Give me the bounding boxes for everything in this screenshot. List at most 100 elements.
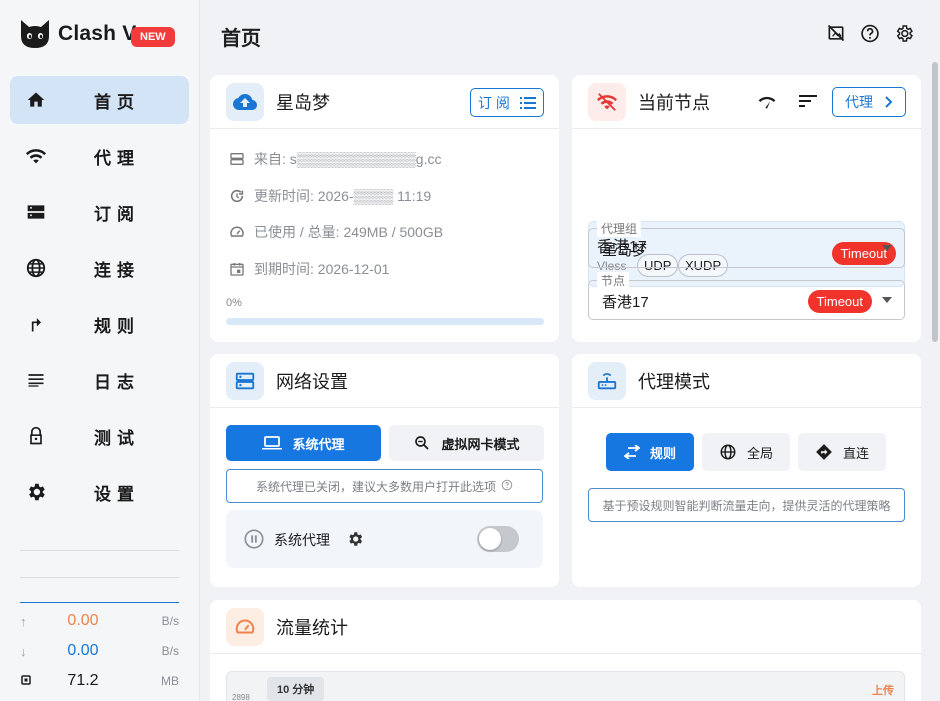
updated-text: 更新时间: 2026-▒▒▒▒ 11:19 [254, 188, 432, 204]
system-proxy-mode-button[interactable]: 系统代理 [226, 425, 381, 461]
axis-label: 2898 [232, 693, 250, 701]
note-text: 基于预设规则智能判断流量走向，提供灵活的代理策略 [602, 498, 891, 513]
calendar-icon [228, 260, 246, 278]
sidebar-item-label: 代理 [94, 148, 140, 168]
memory-icon [20, 674, 36, 689]
sidebar-item-rules[interactable]: 规则 [10, 300, 189, 348]
help-icon[interactable] [501, 479, 513, 494]
sidebar-item-label: 连接 [94, 260, 140, 280]
tun-mode-button[interactable]: 虚拟网卡模式 [389, 425, 544, 461]
proxy-button-label: 代理 [845, 94, 873, 110]
gear-icon[interactable] [346, 530, 364, 553]
dns-icon [226, 361, 264, 400]
network-settings-card: 网络设置 系统代理 虚拟网卡模式 系统代理已关闭，建议大多数用户打开此选项 系统… [210, 354, 559, 587]
upload-value: 0.00 [67, 612, 99, 629]
button-label: 直连 [842, 445, 869, 461]
card-header: 流量统计 [210, 600, 921, 654]
subscription-expire: 到期时间: 2026-12-01 [228, 259, 389, 279]
server-icon [228, 150, 246, 168]
card-header: 网络设置 [210, 354, 559, 408]
proxy-mode-note: 基于预设规则智能判断流量走向，提供灵活的代理策略 [588, 488, 905, 522]
memory-value: 71.2 [67, 672, 99, 689]
current-node-card: 当前节点 代理 香港17 Vless UDP XUDP Timeout 代理组 … [572, 75, 921, 342]
usage-text: 已使用 / 总量: 249MB / 500GB [254, 224, 444, 240]
time-range-selector[interactable]: 10 分钟 [267, 677, 325, 701]
router-icon [588, 361, 626, 400]
download-value: 0.00 [67, 642, 99, 659]
card-title: 代理模式 [638, 371, 710, 392]
upload-legend: 上传 [872, 685, 894, 697]
sort-icon[interactable] [799, 93, 817, 114]
app-logo: Clash V [18, 18, 136, 50]
arrow-down-icon: ↓ [20, 643, 27, 659]
rule-mode-button[interactable]: 规则 [606, 433, 694, 471]
wifi-icon [24, 144, 48, 168]
sidebar-item-label: 测试 [94, 428, 140, 448]
dropdown-arrow-icon [882, 297, 892, 303]
usage-progress-bar [226, 318, 544, 325]
usage-percent: 0% [226, 297, 242, 309]
app-name: Clash V [58, 22, 137, 45]
note-text: 系统代理已关闭，建议大多数用户打开此选项 [255, 479, 496, 494]
card-header: 代理模式 [572, 354, 921, 408]
sidebar-item-proxy[interactable]: 代理 [10, 132, 189, 180]
direction-icon [815, 443, 833, 461]
from-text: 来自: s▒▒▒▒▒▒▒▒▒▒▒▒g.cc [254, 151, 442, 167]
node-select[interactable]: 节点 香港17 Timeout [588, 272, 905, 320]
sidebar-item-settings[interactable]: 设置 [10, 468, 189, 516]
card-header: 当前节点 代理 [572, 75, 921, 129]
direct-mode-button[interactable]: 直连 [798, 433, 886, 471]
memory-usage: 71.2 MB [20, 670, 179, 692]
laptop-icon [262, 435, 283, 451]
download-unit: B/s [161, 644, 179, 658]
sidebar-item-connections[interactable]: 连接 [10, 244, 189, 292]
button-label: 全局 [746, 445, 773, 461]
dropdown-arrow-icon [882, 245, 892, 251]
select-label: 代理组 [597, 220, 642, 237]
card-title: 流量统计 [276, 617, 348, 638]
header-actions [826, 22, 914, 44]
global-mode-button[interactable]: 全局 [702, 433, 790, 471]
scrollbar[interactable] [932, 62, 938, 342]
globe-icon [24, 256, 48, 280]
subscription-usage: 已使用 / 总量: 249MB / 500GB [228, 222, 443, 242]
network-note: 系统代理已关闭，建议大多数用户打开此选项 [226, 469, 543, 503]
card-header: 星岛梦 订 阅 [210, 75, 559, 129]
sidebar-item-label: 设置 [94, 484, 140, 504]
help-icon[interactable] [860, 22, 880, 44]
subscription-button[interactable]: 订 阅 [470, 88, 544, 117]
proxy-nav-button[interactable]: 代理 [832, 87, 906, 117]
card-title: 当前节点 [638, 92, 710, 113]
lock-icon [24, 424, 48, 448]
wifi-off-icon [588, 82, 626, 121]
subscription-card: 星岛梦 订 阅 来自: s▒▒▒▒▒▒▒▒▒▒▒▒g.cc 更新时间: 2026… [210, 75, 559, 342]
proxy-mode-card: 代理模式 规则 全局 直连 基于预设规则智能判断流量走向，提供灵活的代理策略 [572, 354, 921, 587]
network-search-icon [413, 434, 431, 452]
refresh-icon [228, 187, 246, 205]
sidebar-item-label: 日志 [94, 372, 140, 392]
subscription-from: 来自: s▒▒▒▒▒▒▒▒▒▒▒▒g.cc [228, 149, 441, 169]
system-proxy-row: 系统代理 [226, 510, 543, 568]
sidebar-nav: 首页 代理 订阅 连接 规则 日志 测试 设置 [10, 76, 189, 524]
proxy-group-select[interactable]: 代理组 星岛梦 [588, 220, 905, 268]
route-icon [24, 312, 48, 336]
button-label: 虚拟网卡模式 [441, 436, 520, 452]
sidebar-item-subscription[interactable]: 订阅 [10, 188, 189, 236]
sidebar-item-label: 规则 [94, 316, 140, 336]
gear-icon[interactable] [894, 22, 914, 44]
traffic-divider [20, 602, 179, 603]
sidebar-item-logs[interactable]: 日志 [10, 356, 189, 404]
network-check-icon[interactable] [756, 92, 778, 117]
card-title: 网络设置 [276, 371, 348, 392]
sidebar-divider [20, 550, 179, 551]
system-proxy-toggle[interactable] [477, 526, 519, 552]
speedometer-icon [226, 607, 264, 646]
subscription-updated: 更新时间: 2026-▒▒▒▒ 11:19 [228, 186, 431, 206]
no-picture-icon[interactable] [826, 22, 846, 44]
arrow-up-icon: ↑ [20, 613, 27, 629]
sidebar-item-test[interactable]: 测试 [10, 412, 189, 460]
button-label: 系统代理 [292, 436, 345, 452]
sidebar-item-home[interactable]: 首页 [10, 76, 189, 124]
sidebar-item-label: 订阅 [94, 204, 140, 224]
button-label: 规则 [649, 445, 676, 461]
